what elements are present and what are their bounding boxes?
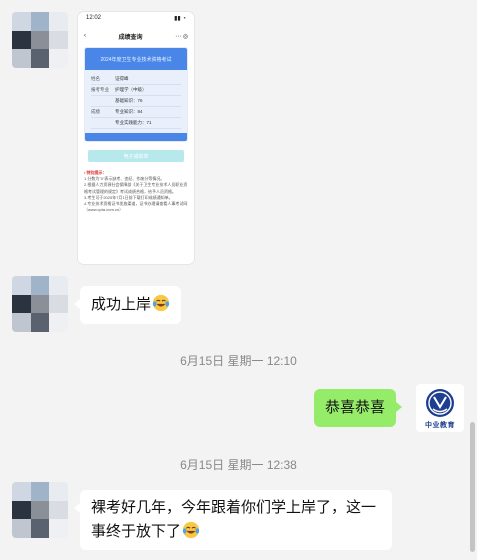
score-screenshot-message[interactable]: 12:02 ▮▮ ◔ ‹ 成绩查询 ⋯ ◎ 2024年度卫生专业技术资格考试 姓… (78, 12, 194, 264)
message-bubble[interactable]: 裸考好几年，今年跟着你们学上岸了，这一事终于放下了 (74, 490, 392, 550)
laughing-tears-emoji-icon (152, 294, 170, 312)
score-row: 姓名 证得峰 (91, 74, 181, 85)
message-text: 恭喜恭喜 (325, 399, 386, 416)
message-text: 裸考好几年，今年跟着你们学上岸了，这一事终于放下了 (91, 499, 377, 540)
score-row: 报考专业 护理学（中级） (91, 85, 181, 96)
contact-avatar[interactable] (12, 276, 68, 332)
nav-title: 成绩查询 (118, 34, 143, 41)
transcript-button: 电子成绩单 (88, 150, 184, 162)
organization-logo-icon (426, 389, 454, 417)
message-bubble[interactable]: 成功上岸 (73, 286, 182, 324)
contact-avatar[interactable] (12, 482, 68, 538)
score-card-footer (85, 133, 187, 141)
message-bubble-self[interactable]: 恭喜恭喜 (314, 389, 403, 427)
contact-avatar[interactable] (12, 12, 68, 68)
self-avatar[interactable]: 中业教育 (416, 384, 464, 432)
message-timestamp: 6月15日 星期一 12:38 (180, 458, 297, 472)
score-card-title: 2024年度卫生专业技术资格考试 (85, 48, 187, 70)
message-text: 成功上岸 (91, 296, 152, 313)
self-avatar-label: 中业教育 (425, 422, 455, 429)
score-card: 2024年度卫生专业技术资格考试 姓名 证得峰 报考专业 护理学（中级） 基础知识：… (84, 47, 188, 142)
back-icon: ‹ (84, 33, 86, 39)
score-row: 专业实践能力：71 (91, 118, 181, 129)
scrollbar-thumb[interactable] (470, 422, 475, 552)
status-bar: 12:02 ▮▮ ◔ (78, 12, 194, 29)
signal-icons: ▮▮ ◔ (174, 16, 186, 22)
status-time: 12:02 (86, 15, 102, 21)
score-row: 成绩 专业知识：84 (91, 107, 181, 118)
message-timestamp: 6月15日 星期一 12:10 (180, 354, 297, 368)
laughing-tears-emoji-icon (182, 521, 200, 539)
more-icon: ⋯ ◎ (175, 33, 188, 40)
nav-bar: ‹ 成绩查询 ⋯ ◎ (78, 29, 194, 43)
score-row: 基础知识：76 (91, 96, 181, 107)
tips-text: • 特别提示： 1.分数为"0"表示缺考、违纪、作废分等情况。 2.根据人力资源… (84, 170, 188, 213)
